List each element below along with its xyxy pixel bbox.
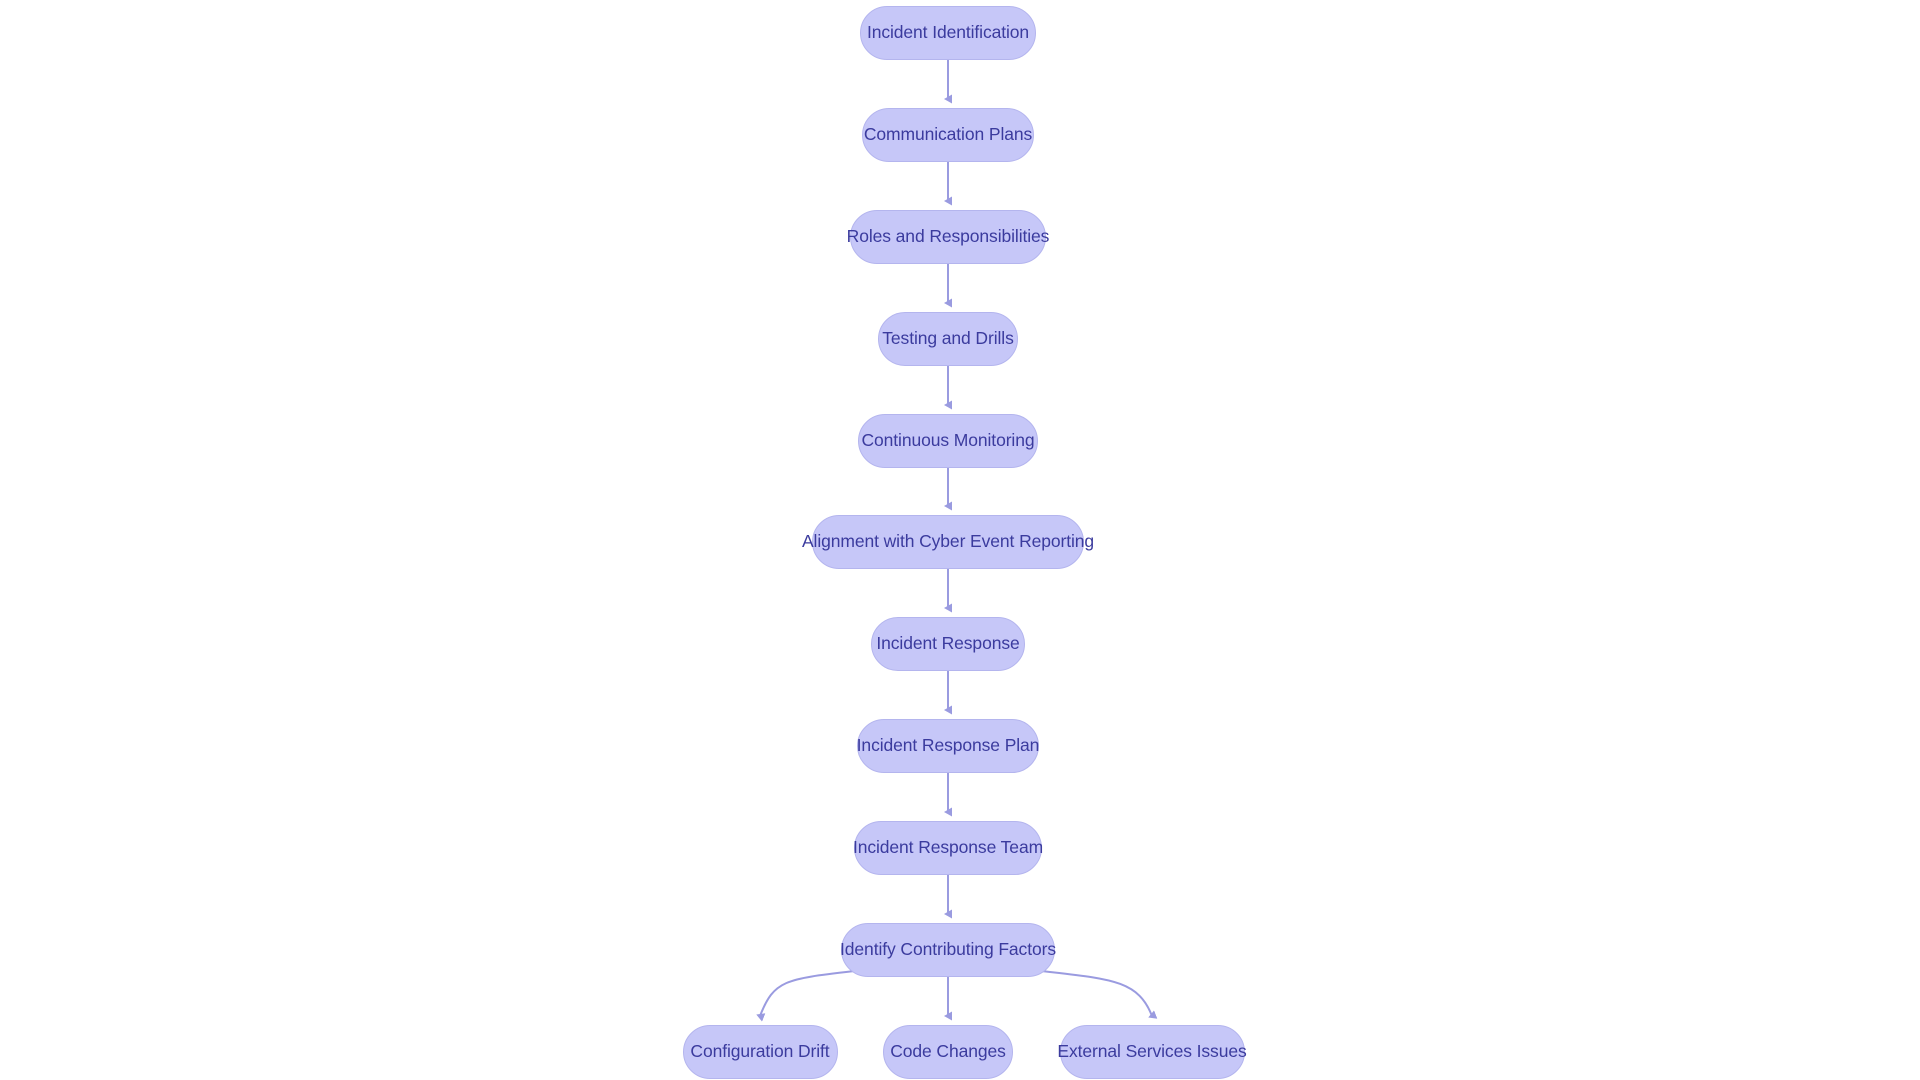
flowchart-node-label: Code Changes [890, 1041, 1006, 1062]
flowchart-node-label: Incident Identification [866, 22, 1030, 43]
flowchart-node[interactable]: Alignment with Cyber Event Reporting [802, 515, 1094, 569]
flowchart-edge [1040, 970, 1158, 1019]
flowchart-node[interactable]: Code Changes [883, 1025, 1013, 1079]
flowchart-node-label: Identify Contributing Factors [840, 939, 1056, 960]
flowchart-node[interactable]: Incident Response Team [852, 821, 1044, 875]
flowchart-canvas: Incident Identification Communication Pla… [0, 0, 1920, 1080]
flowchart-node-label: Alignment with Cyber Event Reporting [801, 531, 1095, 552]
flowchart-node-label: Roles and Responsibilities [846, 226, 1050, 247]
flowchart-node-label: Incident Response [876, 633, 1020, 654]
flowchart-node[interactable]: Incident Response Plan [857, 719, 1039, 773]
flowchart-node[interactable]: Communication Plans [862, 108, 1034, 162]
flowchart-edge [756, 970, 856, 1022]
flowchart-node[interactable]: Roles and Responsibilities [847, 210, 1049, 264]
flowchart-node[interactable]: Testing and Drills [878, 312, 1018, 366]
flowchart-node[interactable]: External Services Issues [1057, 1025, 1247, 1079]
flowchart-node[interactable]: Incident Identification [860, 6, 1036, 60]
flowchart-node[interactable]: Configuration Drift [682, 1025, 838, 1079]
flowchart-node-label: Configuration Drift [690, 1041, 830, 1062]
flowchart-node-label: Incident Response Team [852, 837, 1044, 858]
flowchart-node-label: Continuous Monitoring [861, 430, 1035, 451]
flowchart-node[interactable]: Continuous Monitoring [858, 414, 1038, 468]
flowchart-node[interactable]: Identify Contributing Factors [840, 923, 1056, 977]
flowchart-node-label: Testing and Drills [882, 328, 1014, 349]
flowchart-node-label: Incident Response Plan [856, 735, 1040, 756]
flowchart-node-label: External Services Issues [1057, 1041, 1247, 1062]
flowchart-node[interactable]: Incident Response [871, 617, 1025, 671]
flowchart-node-label: Communication Plans [863, 124, 1033, 145]
